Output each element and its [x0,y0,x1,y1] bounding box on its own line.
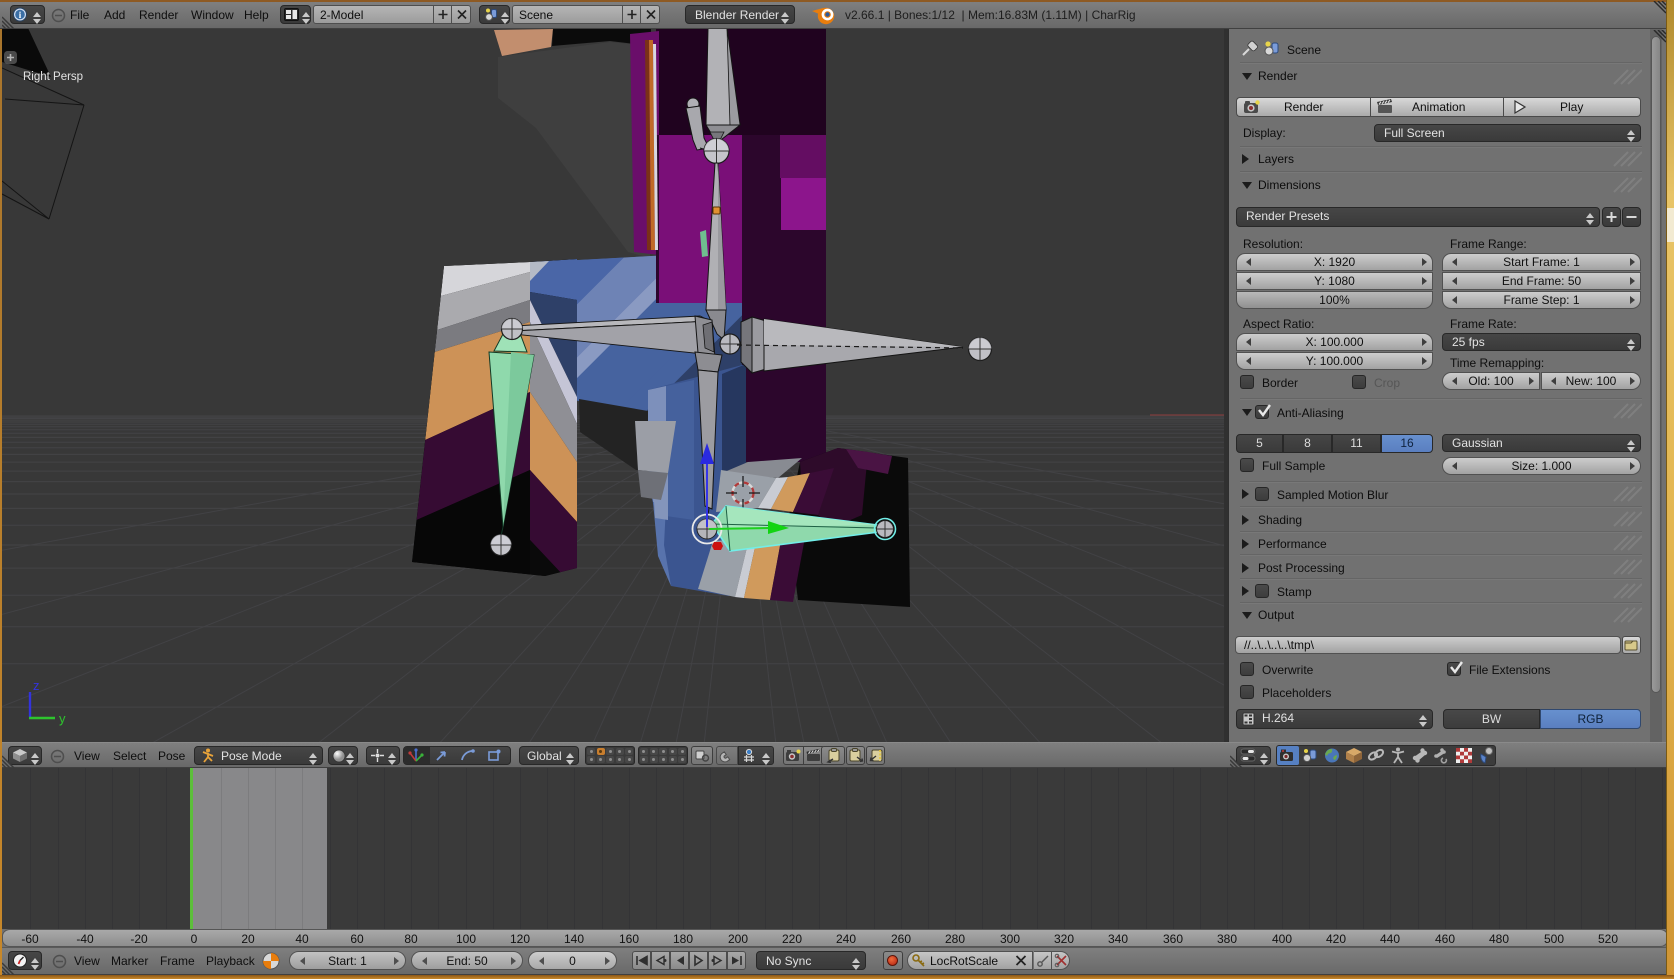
svg-text:z: z [33,678,40,693]
svg-text:y: y [59,711,66,726]
